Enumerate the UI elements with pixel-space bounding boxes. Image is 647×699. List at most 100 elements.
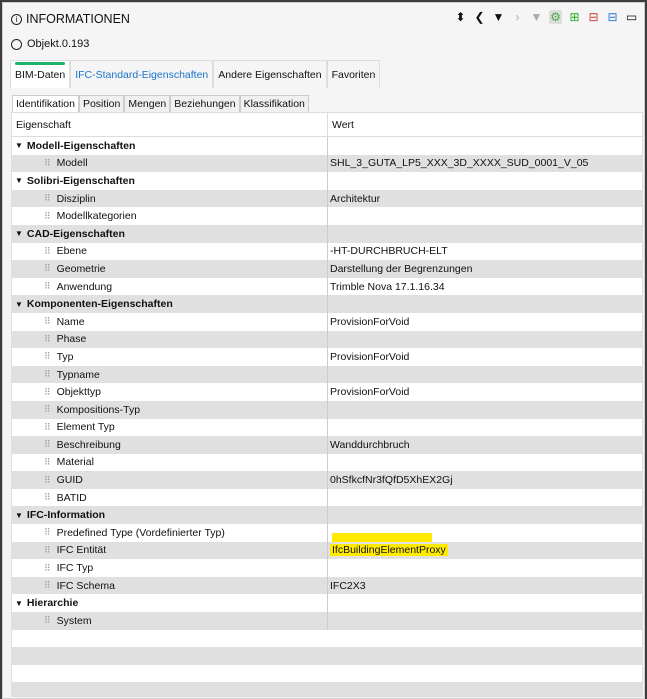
group-row[interactable]: ▼ Modell-Eigenschaften [12,137,642,155]
table-row[interactable]: ⠿ Modell SHL_3_GUTA_LP5_XXX_3D_XXXX_SUD_00… [12,154,642,173]
subtab-identifikation[interactable]: Identifikation [12,95,79,112]
property-name: Typ [56,350,74,363]
clipboard-blue-icon[interactable]: ⊟ [606,10,619,24]
property-value-cell: ProvisionForVoid [328,386,409,398]
table-row[interactable]: ⠿ IFC Typ [12,559,642,577]
table-row[interactable]: ⠿ Material [12,453,642,472]
model-green-icon[interactable]: ⚙ [549,10,562,24]
table-row[interactable]: ⠿ BATID [12,488,642,507]
property-name-cell: ⠿ BATID [12,488,328,507]
expand-arrow-icon[interactable]: ▼ [15,229,23,238]
sort-icon[interactable]: ⬍ [454,10,467,24]
table-row[interactable]: ⠿ Typname [12,365,642,384]
drag-handle-icon[interactable]: ⠿ [44,387,51,398]
table-row[interactable]: ⠿ Kompositions-Typ [12,400,642,419]
expand-arrow-icon[interactable]: ▼ [15,300,23,309]
window-icon[interactable]: ▭ [625,10,638,24]
drag-handle-icon[interactable]: ⠿ [44,615,51,626]
chevron-right-icon[interactable]: › [511,10,524,24]
property-name-cell: ⠿ Disziplin [12,189,328,208]
table-row[interactable]: ⠿ Disziplin Architektur [12,189,642,208]
table-row[interactable]: ⠿ IFC Entität IfcBuildingElementProxy [12,541,642,560]
property-value-cell: SHL_3_GUTA_LP5_XXX_3D_XXXX_SUD_0001_V_05 [328,157,588,169]
property-name-cell: ▼ Solibri-Eigenschaften [12,172,328,190]
property-name: Name [56,315,85,328]
clipboard-add-icon[interactable]: ⊞ [568,10,581,24]
tab-favoriten[interactable]: Favoriten [326,60,381,88]
property-value: Darstellung der Begrenzungen [330,262,473,275]
subtab-mengen[interactable]: Mengen [124,95,171,112]
table-row[interactable]: ⠿ System [12,612,642,630]
table-row[interactable]: ⠿ Modellkategorien [12,207,642,225]
table-row[interactable]: ⠿ Anwendung Trimble Nova 17.1.16.34 [12,277,642,296]
table-row[interactable]: ⠿ Objekttyp ProvisionForVoid [12,383,642,401]
drag-handle-icon[interactable]: ⠿ [44,439,51,450]
property-name-cell: ⠿ Modell [12,154,328,173]
column-header-eigenschaft[interactable]: Eigenschaft [12,113,328,136]
group-row[interactable]: ▼ Komponenten-Eigenschaften [12,295,642,313]
chevron-left-icon[interactable]: ❮ [473,10,486,24]
property-name: Objekttyp [56,386,101,399]
drag-handle-icon[interactable]: ⠿ [44,527,51,538]
drag-handle-icon[interactable]: ⠿ [44,563,51,574]
table-row[interactable]: ⠿ Phase [12,330,642,349]
drag-handle-icon[interactable]: ⠿ [44,316,51,327]
property-value-cell: IfcBuildingElementProxy [328,544,448,557]
clipboard-remove-icon[interactable]: ⊟ [587,10,600,24]
drag-handle-icon[interactable]: ⠿ [44,545,51,556]
drag-handle-icon[interactable]: ⠿ [44,351,51,362]
property-value-cell: ProvisionForVoid [328,351,409,363]
triangle-down-disabled-icon[interactable]: ▼ [530,10,543,24]
expand-arrow-icon[interactable]: ▼ [15,599,23,608]
group-row[interactable]: ▼ Hierarchie [12,594,642,613]
group-row[interactable]: ▼ CAD-Eigenschaften [12,224,642,243]
property-name: Material [56,456,94,469]
drag-handle-icon[interactable]: ⠿ [44,193,51,204]
property-name: Phase [56,333,87,346]
table-row[interactable]: ⠿ Name ProvisionForVoid [12,312,642,331]
expand-arrow-icon[interactable]: ▼ [15,176,23,185]
property-name-cell: ⠿ Beschreibung [12,436,328,454]
property-name-cell: ⠿ System [12,612,328,630]
table-row[interactable]: ⠿ Predefined Type (Vordefinierter Typ) [12,524,642,549]
table-row[interactable]: ⠿ IFC Schema IFC2X3 [12,576,642,595]
tab-bim-daten[interactable]: BIM-Daten [10,60,71,88]
group-row[interactable]: ▼ Solibri-Eigenschaften [12,172,642,190]
drag-handle-icon[interactable]: ⠿ [44,263,51,274]
drag-handle-icon[interactable]: ⠿ [44,211,51,222]
drag-handle-icon[interactable]: ⠿ [44,457,51,468]
object-selector[interactable]: Objekt.0.193 [11,38,89,50]
subtab-klassifikation[interactable]: Klassifikation [239,95,309,112]
tab-ifc-standard[interactable]: IFC-Standard-Eigenschaften [70,60,214,88]
tab-andere[interactable]: Andere Eigenschaften [213,60,327,88]
property-value: ProvisionForVoid [330,315,410,328]
drag-handle-icon[interactable]: ⠿ [44,422,51,433]
triangle-down-icon[interactable]: ▼ [492,10,505,24]
expand-arrow-icon[interactable]: ▼ [15,141,23,150]
table-row[interactable]: ⠿ Geometrie Darstellung der Begrenzungen [12,260,642,278]
table-row[interactable]: ⠿ Element Typ [12,418,642,437]
drag-handle-icon[interactable]: ⠿ [44,246,51,257]
table-row[interactable]: ⠿ GUID 0hSfkcfNr3fQfD5XhEX2Gj [12,471,642,489]
table-row[interactable]: ⠿ Beschreibung Wanddurchbruch [12,436,642,454]
empty-row [12,647,642,665]
drag-handle-icon[interactable]: ⠿ [44,492,51,503]
drag-handle-icon[interactable]: ⠿ [44,475,51,486]
drag-handle-icon[interactable]: ⠿ [44,580,51,591]
subtab-position[interactable]: Position [78,95,125,112]
table-row[interactable]: ⠿ Ebene -HT-DURCHBRUCH-ELT [12,242,642,261]
drag-handle-icon[interactable]: ⠿ [44,334,51,345]
subtab-beziehungen[interactable]: Beziehungen [170,95,240,112]
column-header-wert[interactable]: Wert [328,119,354,131]
table-row[interactable]: ⠿ Typ ProvisionForVoid [12,348,642,366]
radio-icon[interactable] [11,38,22,50]
drag-handle-icon[interactable]: ⠿ [44,369,51,380]
drag-handle-icon[interactable]: ⠿ [44,404,51,415]
drag-handle-icon[interactable]: ⠿ [44,281,51,292]
expand-arrow-icon[interactable]: ▼ [15,511,23,520]
group-row[interactable]: ▼ IFC-Information [12,506,642,525]
information-panel: i INFORMATIONEN ⬍ ❮ ▼ › ▼ ⚙ ⊞ ⊟ ⊟ ▭ Obje… [2,2,645,699]
property-name-cell: ⠿ IFC Typ [12,559,328,577]
drag-handle-icon[interactable]: ⠿ [44,158,51,169]
property-value: ProvisionForVoid [330,386,410,399]
